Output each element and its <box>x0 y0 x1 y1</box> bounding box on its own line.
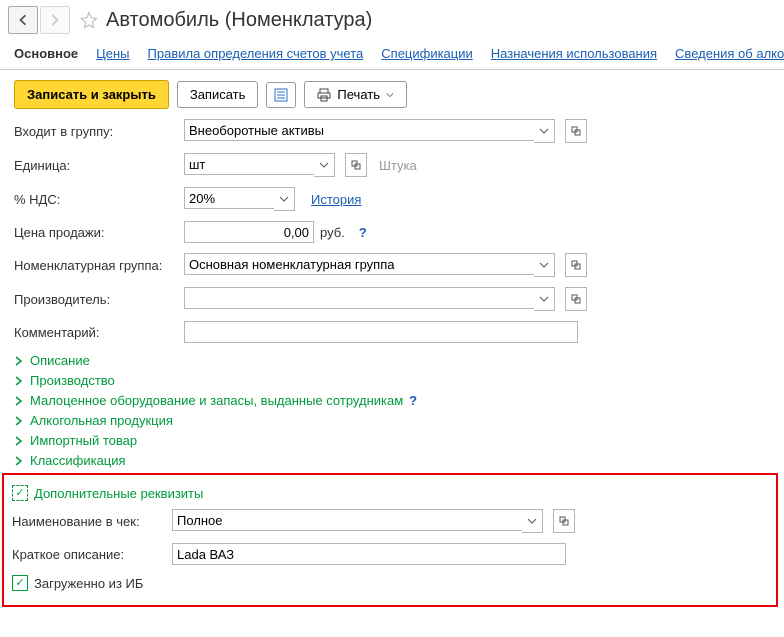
price-label: Цена продажи: <box>14 225 184 240</box>
manuf-open[interactable] <box>565 287 587 311</box>
receipt-name-label: Наименование в чек: <box>12 514 172 529</box>
extra-section-toggle[interactable] <box>12 485 28 501</box>
nav-back-button[interactable] <box>8 6 38 34</box>
comment-input[interactable] <box>184 321 578 343</box>
group-label: Входит в группу: <box>14 124 184 139</box>
tab-specs[interactable]: Спецификации <box>381 46 473 61</box>
vat-input[interactable] <box>184 187 274 209</box>
price-currency: руб. <box>320 225 345 240</box>
lowvalue-help-icon[interactable]: ? <box>409 393 417 408</box>
unit-input[interactable] <box>184 153 314 175</box>
print-button[interactable]: Печать <box>304 81 407 108</box>
expander-classification[interactable]: Классификация <box>14 453 770 468</box>
receipt-name-input[interactable] <box>172 509 522 531</box>
group-input[interactable] <box>184 119 534 141</box>
expander-alcohol[interactable]: Алкогольная продукция <box>14 413 770 428</box>
nomgroup-label: Номенклатурная группа: <box>14 258 184 273</box>
unit-open[interactable] <box>345 153 367 177</box>
loaded-label: Загруженно из ИБ <box>34 576 143 591</box>
group-dropdown[interactable] <box>534 119 555 143</box>
short-desc-input[interactable] <box>172 543 566 565</box>
favorite-star-icon[interactable] <box>78 9 100 31</box>
unit-label: Единица: <box>14 158 184 173</box>
receipt-name-open[interactable] <box>553 509 575 533</box>
receipt-name-dropdown[interactable] <box>522 509 543 533</box>
expander-description[interactable]: Описание <box>14 353 770 368</box>
nomgroup-dropdown[interactable] <box>534 253 555 277</box>
group-open[interactable] <box>565 119 587 143</box>
tab-alco[interactable]: Сведения об алко <box>675 46 784 61</box>
page-title: Автомобиль (Номенклатура) <box>106 9 372 32</box>
nav-forward-button[interactable] <box>40 6 70 34</box>
tab-main[interactable]: Основное <box>14 46 78 61</box>
expander-import[interactable]: Импортный товар <box>14 433 770 448</box>
highlighted-section: Дополнительные реквизиты Наименование в … <box>2 473 778 607</box>
nomgroup-input[interactable] <box>184 253 534 275</box>
tab-prices[interactable]: Цены <box>96 46 129 61</box>
tab-accounts[interactable]: Правила определения счетов учета <box>148 46 364 61</box>
price-input[interactable] <box>184 221 314 243</box>
chevron-down-icon <box>386 91 394 99</box>
list-button[interactable] <box>266 82 296 108</box>
expander-lowvalue[interactable]: Малоценное оборудование и запасы, выданн… <box>14 393 770 408</box>
vat-label: % НДС: <box>14 192 184 207</box>
printer-icon <box>317 88 331 102</box>
loaded-checkbox[interactable] <box>12 575 28 591</box>
nomgroup-open[interactable] <box>565 253 587 277</box>
tab-bar: Основное Цены Правила определения счетов… <box>0 40 784 70</box>
save-close-button[interactable]: Записать и закрыть <box>14 80 169 109</box>
manuf-label: Производитель: <box>14 292 184 307</box>
tab-usage[interactable]: Назначения использования <box>491 46 657 61</box>
vat-dropdown[interactable] <box>274 187 295 211</box>
save-button[interactable]: Записать <box>177 81 259 108</box>
manuf-input[interactable] <box>184 287 534 309</box>
comment-label: Комментарий: <box>14 325 184 340</box>
extra-section-label[interactable]: Дополнительные реквизиты <box>34 486 203 501</box>
price-help-icon[interactable]: ? <box>359 225 367 240</box>
short-desc-label: Краткое описание: <box>12 547 172 562</box>
expander-production[interactable]: Производство <box>14 373 770 388</box>
vat-history-link[interactable]: История <box>311 192 361 207</box>
manuf-dropdown[interactable] <box>534 287 555 311</box>
unit-dropdown[interactable] <box>314 153 335 177</box>
unit-hint: Штука <box>379 158 417 173</box>
